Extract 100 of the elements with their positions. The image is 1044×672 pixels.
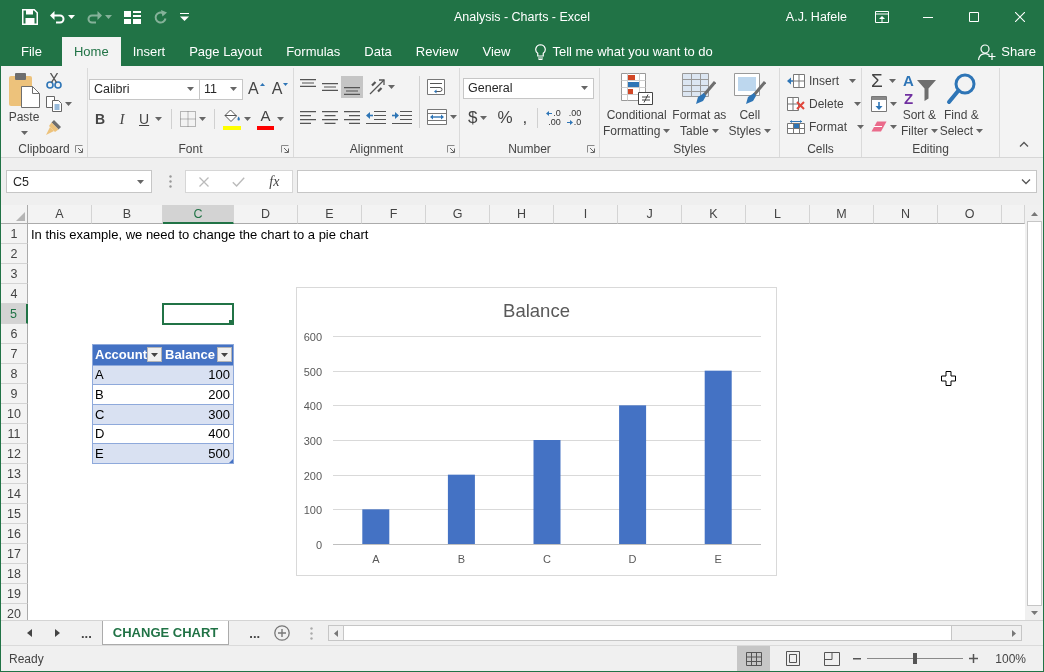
scroll-down-arrow-icon[interactable] [1030,611,1038,615]
merge-center-button[interactable] [424,106,460,128]
column-header[interactable]: N [874,205,938,224]
dialog-launcher-icon[interactable] [75,145,83,153]
next-sheet-arrow-icon[interactable] [55,629,60,637]
vertical-dots-icon[interactable] [310,626,314,640]
vertical-scrollbar[interactable] [1025,205,1043,620]
filter-button[interactable] [217,347,232,363]
row-header[interactable]: 19 [1,584,28,604]
row-header[interactable]: 10 [1,404,28,424]
row-header[interactable]: 6 [1,324,28,344]
row-header[interactable]: 17 [1,544,28,564]
ribbon-tab[interactable]: Formulas [274,37,353,66]
column-header[interactable]: L [746,205,810,224]
row-header[interactable]: 4 [1,284,28,304]
ribbon-tab[interactable]: Home [61,37,121,66]
row-header[interactable]: 9 [1,384,28,404]
scroll-left-arrow-icon[interactable] [334,629,339,637]
ribbon-tab[interactable]: Review [403,37,471,66]
row-header[interactable]: 18 [1,564,28,584]
insert-function-button[interactable]: fx [256,171,292,192]
row-header[interactable]: 12 [1,444,28,464]
row-header[interactable]: 16 [1,524,28,544]
wrap-text-button[interactable] [424,76,448,98]
column-header[interactable]: O [938,205,1002,224]
more-sheets-button[interactable]: ... [73,621,100,645]
new-sheet-icon[interactable] [274,625,291,641]
find-select-button[interactable]: Find & Select [938,68,985,139]
column-header[interactable]: M [810,205,874,224]
scrollbar-thumb[interactable] [343,626,952,640]
row-header[interactable]: 15 [1,504,28,524]
font-color-button[interactable]: A [254,108,288,130]
name-box[interactable]: C5 [6,170,152,193]
autosum-button[interactable]: Σ [868,69,900,92]
row-header[interactable]: 2 [1,244,28,264]
cell-styles-button[interactable]: Cell Styles [727,68,773,139]
ribbon-tab[interactable]: File [9,37,54,66]
collapse-ribbon-button[interactable] [1017,139,1031,149]
dialog-launcher-icon[interactable] [447,145,455,153]
dialog-launcher-icon[interactable] [281,145,289,153]
decrease-decimal-button[interactable]: .00 .0 [563,107,585,129]
ribbon-tab[interactable]: Insert [120,37,178,66]
vertical-dots-icon[interactable] [169,175,172,188]
zoom-slider-thumb[interactable] [913,653,918,664]
row-header[interactable]: 20 [1,604,28,620]
number-format-combobox[interactable]: General [463,77,594,99]
column-header[interactable]: C [163,205,234,224]
row-header[interactable]: 8 [1,364,28,384]
bottom-align-button[interactable] [341,76,363,98]
ribbon-tab[interactable]: Page Layout [177,37,275,66]
font-name-combobox[interactable]: Calibri [89,78,200,100]
resize-handle-icon[interactable] [229,459,233,463]
percent-format-button[interactable]: % [492,107,518,129]
column-header[interactable]: F [362,205,426,224]
bold-button[interactable]: B [89,108,111,130]
normal-view-button[interactable] [737,646,771,671]
underline-button[interactable]: U [133,108,167,130]
horizontal-scrollbar[interactable] [328,625,1022,641]
share-button[interactable]: Share [978,37,1036,66]
scroll-right-arrow-icon[interactable] [1012,629,1016,637]
row-header[interactable]: 13 [1,464,28,484]
column-header[interactable]: I [554,205,618,224]
paste-button[interactable]: Paste [7,68,41,135]
conditional-formatting-button[interactable]: Conditional Formatting [602,68,672,139]
increase-font-size-button[interactable]: A [246,78,267,100]
column-header[interactable]: B [92,205,163,224]
delete-cells-button[interactable]: Delete [784,92,864,115]
format-as-table-button[interactable]: Format as Table [671,68,728,139]
formula-input[interactable] [297,170,1037,193]
chevron-down-icon[interactable] [1021,178,1031,185]
font-size-combobox[interactable]: 11 [199,78,243,100]
column-header[interactable]: D [234,205,298,224]
format-cells-button[interactable]: Format [784,115,867,138]
row-header[interactable]: 1 [1,224,28,244]
insert-cells-button[interactable]: Insert [784,69,859,92]
increase-decimal-button[interactable]: .0 .00 [543,107,564,129]
row-header[interactable]: 11 [1,424,28,444]
column-header[interactable]: H [490,205,554,224]
row-header[interactable]: 3 [1,264,28,284]
column-header[interactable]: G [426,205,490,224]
filter-button[interactable] [147,347,162,363]
sort-filter-button[interactable]: A Z Sort & Filter [900,68,939,139]
ribbon-tab[interactable]: Data [352,37,404,66]
tell-me-field[interactable]: Tell me what you want to do [552,41,733,62]
column-header[interactable]: A [28,205,92,224]
scroll-up-arrow-icon[interactable] [1030,212,1038,216]
row-header[interactable]: 14 [1,484,28,504]
column-header[interactable]: J [618,205,682,224]
more-sheets-button[interactable]: ... [241,621,269,645]
column-header[interactable]: K [682,205,746,224]
decrease-font-size-button[interactable]: A [269,78,291,100]
sheet-tab[interactable]: CHANGE CHART [101,621,230,645]
scrollbar-thumb[interactable] [1026,221,1042,606]
row-header[interactable]: 7 [1,344,28,364]
dialog-launcher-icon[interactable] [587,145,595,153]
comma-format-button[interactable]: , [517,107,533,129]
column-header[interactable]: E [298,205,362,224]
ribbon-tab[interactable]: View [470,37,523,66]
italic-button[interactable]: I [111,108,133,130]
row-header[interactable]: 5 [1,304,28,324]
